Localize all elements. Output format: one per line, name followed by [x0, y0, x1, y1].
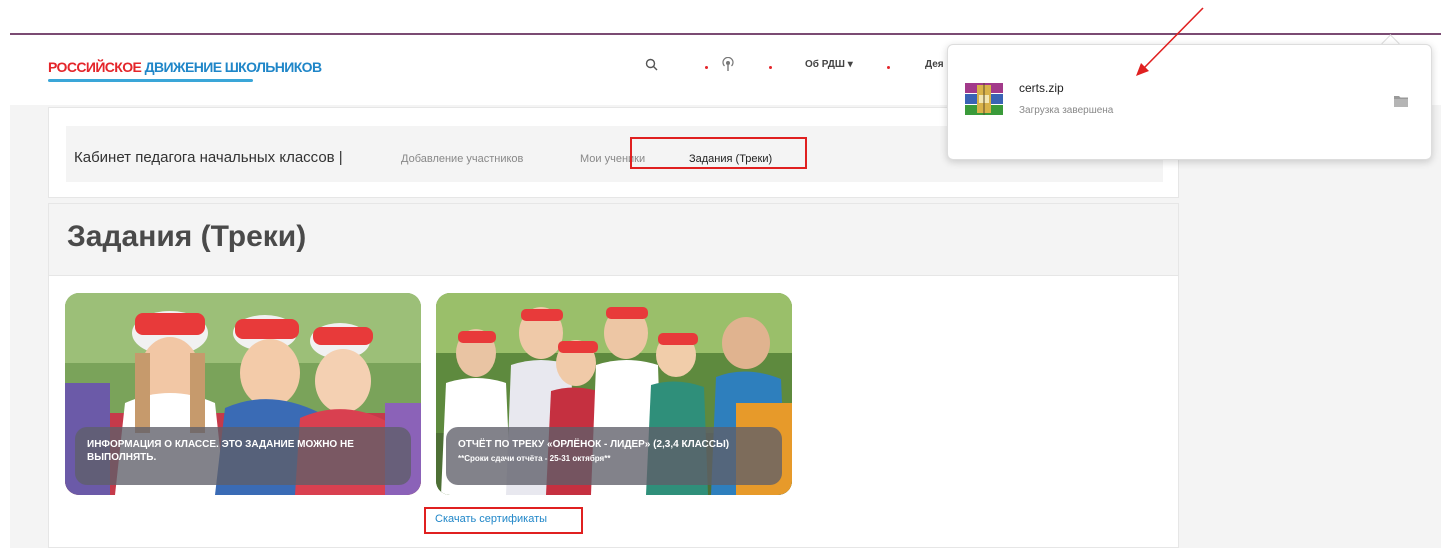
- download-file-name[interactable]: certs.zip: [1019, 81, 1064, 95]
- task-tile-orlenok-leader[interactable]: ОТЧЁТ ПО ТРЕКУ «ОРЛЁНОК - ЛИДЕР» (2,3,4 …: [436, 293, 792, 495]
- download-status: Загрузка завершена: [1019, 105, 1114, 116]
- search-icon[interactable]: [644, 57, 660, 73]
- tile-caption: ОТЧЁТ ПО ТРЕКУ «ОРЛЁНОК - ЛИДЕР» (2,3,4 …: [446, 427, 782, 485]
- menu-separator-dot: [769, 66, 772, 69]
- logo-underline: [48, 79, 253, 82]
- podcast-icon[interactable]: [720, 57, 736, 73]
- site-logo[interactable]: РОССИЙСКОЕ ДВИЖЕНИЕ ШКОЛЬНИКОВ: [48, 59, 322, 75]
- tasks-card: Задания (Треки) ИНФОРМАЦИЯ О КЛАССЕ. ЭТО…: [48, 203, 1179, 548]
- tasks-card-header: Задания (Треки): [49, 204, 1178, 276]
- tile-caption: ИНФОРМАЦИЯ О КЛАССЕ. ЭТО ЗАДАНИЕ МОЖНО Н…: [75, 427, 411, 485]
- download-popup: certs.zip Загрузка завершена: [947, 44, 1432, 160]
- menu-separator-dot: [705, 66, 708, 69]
- winrar-archive-icon[interactable]: [965, 83, 1003, 115]
- menu-separator-dot: [887, 66, 890, 69]
- nav-link-tasks[interactable]: Задания (Треки): [689, 153, 772, 165]
- cabinet-title: Кабинет педагога начальных классов |: [74, 149, 343, 166]
- menu-activity[interactable]: Дея: [925, 59, 944, 70]
- menu-about-rdsh[interactable]: Об РДШ ▾: [805, 59, 853, 70]
- download-certificates-link[interactable]: Скачать сертификаты: [435, 513, 547, 525]
- page-title: Задания (Треки): [67, 220, 307, 253]
- folder-icon[interactable]: [1393, 94, 1409, 108]
- nav-link-add-participants[interactable]: Добавление участников: [401, 153, 523, 165]
- task-tile-class-info[interactable]: ИНФОРМАЦИЯ О КЛАССЕ. ЭТО ЗАДАНИЕ МОЖНО Н…: [65, 293, 421, 495]
